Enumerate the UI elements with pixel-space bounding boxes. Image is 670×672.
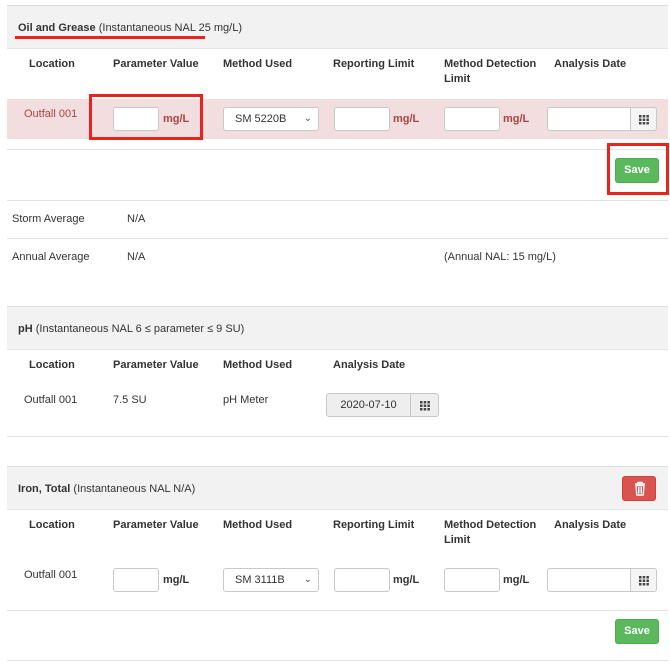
col-method-used: Method Used: [223, 58, 293, 70]
reporting-unit: mg/L: [393, 113, 420, 125]
analysis-date-group: [547, 107, 657, 131]
ph-row-method: pH Meter: [223, 394, 269, 406]
col-parameter-value: Parameter Value: [113, 58, 199, 70]
annual-average-value: N/A: [127, 251, 146, 263]
calendar-grid-icon: [420, 401, 430, 411]
ph-analysis-date-input[interactable]: 2020-07-10: [326, 393, 411, 417]
storm-average-label: Storm Average: [12, 213, 85, 225]
iron-title: Iron, Total: [18, 483, 71, 495]
iron-header: Iron, Total (Instantaneous NAL N/A): [7, 466, 668, 510]
trash-icon: [635, 481, 645, 496]
col-parameter-value: Parameter Value: [113, 359, 199, 371]
col-analysis-date: Analysis Date: [554, 58, 627, 70]
row-location: Outfall 001: [24, 108, 78, 120]
delete-button[interactable]: [622, 476, 656, 501]
oil-grease-title-line: Oil and Grease (Instantaneous NAL 25 mg/…: [18, 22, 242, 34]
divider: [7, 238, 668, 239]
divider: [7, 436, 668, 437]
method-select-value: SM 5220B: [235, 113, 287, 125]
chevron-down-icon: ⌄: [303, 113, 312, 124]
iron-method-select-value: SM 3111B: [235, 574, 285, 586]
oil-grease-header: Oil and Grease (Instantaneous NAL 25 mg/…: [7, 5, 668, 49]
col-analysis-date: Analysis Date: [333, 359, 406, 371]
ph-row-location: Outfall 001: [24, 394, 78, 406]
iron-method-select[interactable]: SM 3111B ⌄: [223, 568, 319, 592]
method-select[interactable]: SM 5220B ⌄: [223, 107, 319, 131]
annotation-box-save: [607, 143, 669, 195]
iron-parameter-value-input[interactable]: [113, 568, 159, 592]
col-method-detection-limit: Method Detection Limit: [444, 58, 537, 85]
iron-reporting-unit: mg/L: [393, 574, 420, 586]
col-analysis-date: Analysis Date: [554, 519, 627, 531]
ph-subtitle: (Instantaneous NAL 6 ≤ parameter ≤ 9 SU): [35, 323, 245, 335]
iron-row-location: Outfall 001: [24, 569, 78, 581]
divider: [7, 610, 668, 611]
oil-grease-subtitle: (Instantaneous NAL 25 mg/L): [98, 22, 243, 34]
analysis-date-input[interactable]: [547, 107, 631, 131]
col-location: Location: [29, 359, 75, 371]
col-method-used: Method Used: [223, 359, 293, 371]
iron-mdl-input[interactable]: [444, 568, 500, 592]
iron-analysis-date-input[interactable]: [547, 568, 631, 592]
iron-analysis-date-group: [547, 568, 657, 592]
ph-header: pH (Instantaneous NAL 6 ≤ parameter ≤ 9 …: [7, 306, 668, 350]
iron-mdl-unit: mg/L: [503, 574, 530, 586]
divider: [7, 149, 668, 150]
ph-title: pH: [18, 323, 33, 335]
annotation-underline: [15, 36, 205, 39]
iron-subtitle: (Instantaneous NAL N/A): [73, 483, 196, 495]
iron-save-button[interactable]: Save: [615, 619, 659, 644]
mdl-unit: mg/L: [503, 113, 530, 125]
annual-average-label: Annual Average: [12, 251, 90, 263]
divider: [7, 660, 668, 661]
iron-reporting-limit-input[interactable]: [334, 568, 390, 592]
iron-parameter-unit: mg/L: [163, 574, 190, 586]
annotation-box-parameter: [89, 94, 203, 140]
divider: [7, 200, 668, 201]
col-reporting-limit: Reporting Limit: [333, 519, 415, 531]
mdl-input[interactable]: [444, 107, 500, 131]
storm-average-value: N/A: [127, 213, 146, 225]
chevron-down-icon: ⌄: [303, 574, 312, 585]
ph-calendar-button[interactable]: [411, 393, 439, 417]
col-method-used: Method Used: [223, 519, 293, 531]
ph-row-value: 7.5 SU: [113, 394, 147, 406]
reporting-limit-input[interactable]: [334, 107, 390, 131]
ph-title-line: pH (Instantaneous NAL 6 ≤ parameter ≤ 9 …: [18, 323, 244, 335]
oil-grease-title: Oil and Grease: [18, 22, 96, 34]
col-reporting-limit: Reporting Limit: [333, 58, 415, 70]
col-location: Location: [29, 519, 75, 531]
calendar-grid-icon: [639, 115, 649, 125]
iron-title-line: Iron, Total (Instantaneous NAL N/A): [18, 483, 195, 495]
col-parameter-value: Parameter Value: [113, 519, 199, 531]
col-location: Location: [29, 58, 75, 70]
calendar-grid-icon: [639, 576, 649, 586]
calendar-button[interactable]: [631, 107, 657, 131]
col-method-detection-limit: Method Detection Limit: [444, 519, 537, 546]
iron-calendar-button[interactable]: [631, 568, 657, 592]
annual-nal-note: (Annual NAL: 15 mg/L): [444, 251, 556, 263]
ph-analysis-date-group: 2020-07-10: [326, 393, 439, 417]
